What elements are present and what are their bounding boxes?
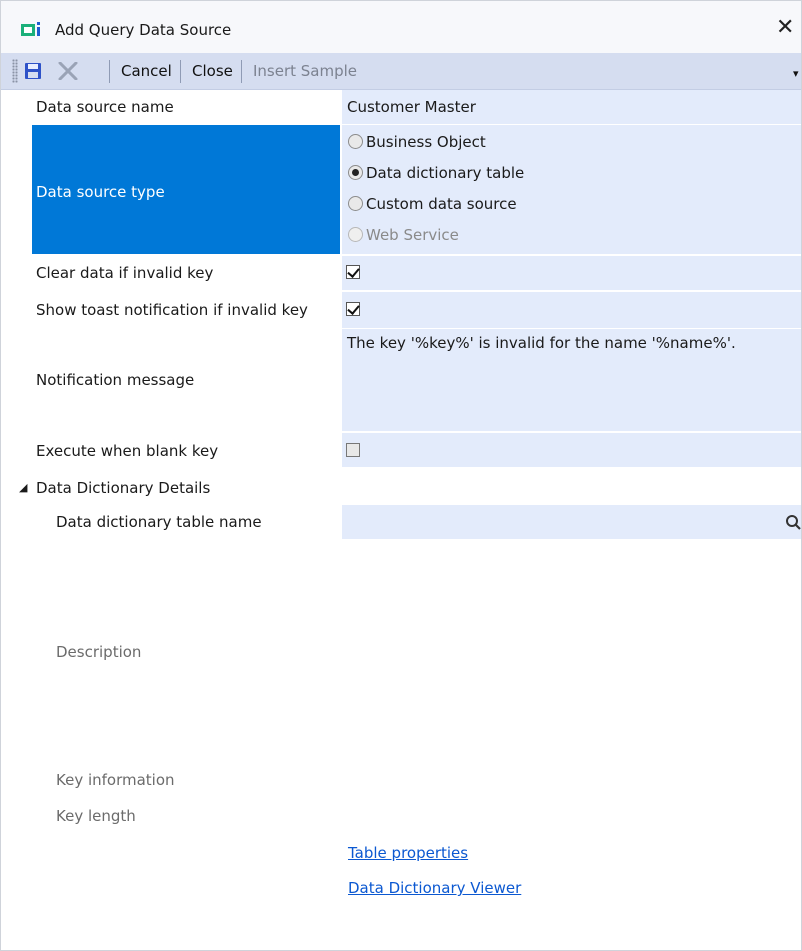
show-toast-checkbox[interactable] [346,302,360,316]
toolbar-overflow-icon[interactable]: ▾ [793,67,799,80]
row-dd-table-name: Data dictionary table name [1,505,801,539]
radio-circle-selected [348,165,363,180]
key-length-label: Key length [56,807,136,825]
table-properties-link[interactable]: Table properties [348,844,468,862]
window-title: Add Query Data Source [55,21,232,39]
app-icon [21,22,40,36]
toolbar: Cancel Close Insert Sample ▾ [1,53,801,90]
execute-blank-cell [342,433,801,467]
section-title[interactable]: Data Dictionary Details [36,479,210,497]
data-source-name-label: Data source name [36,98,174,116]
search-icon[interactable] [785,514,801,530]
delete-icon[interactable] [57,62,79,80]
notification-message-value: The key '%key%' is invalid for the name … [347,334,736,352]
show-toast-cell [342,292,801,328]
dd-table-name-field[interactable] [342,505,801,539]
show-toast-label: Show toast notification if invalid key [36,301,308,319]
data-dictionary-viewer-link[interactable]: Data Dictionary Viewer [348,879,521,897]
toolbar-separator [241,60,242,83]
close-button[interactable]: Close [192,62,233,80]
insert-sample-button[interactable]: Insert Sample [253,62,357,80]
clear-data-cell [342,256,801,290]
row-data-source-type: Data source type Business Object Data di… [1,125,801,254]
notification-message-label: Notification message [36,371,195,389]
title-bar: Add Query Data Source ✕ [1,1,801,53]
cancel-button[interactable]: Cancel [121,62,172,80]
radio-label: Custom data source [366,195,517,213]
radio-circle [348,134,363,149]
radio-data-dictionary-table[interactable]: Data dictionary table [348,164,524,182]
radio-circle-disabled [348,227,363,242]
row-execute-blank: Execute when blank key [1,433,801,467]
collapse-triangle-icon[interactable]: ◢ [19,481,27,494]
row-show-toast: Show toast notification if invalid key [1,292,801,328]
save-icon[interactable] [23,61,43,81]
toolbar-grip[interactable] [12,59,18,83]
data-source-type-label: Data source type [36,183,165,201]
description-label: Description [56,643,142,661]
notification-message-field[interactable]: The key '%key%' is invalid for the name … [342,329,801,431]
execute-blank-checkbox[interactable] [346,443,360,457]
row-data-source-name: Data source name Customer Master [1,90,801,124]
radio-circle [348,196,363,211]
clear-data-label: Clear data if invalid key [36,264,214,282]
radio-business-object[interactable]: Business Object [348,133,486,151]
close-icon[interactable]: ✕ [776,15,794,40]
radio-label: Web Service [366,226,459,244]
row-notification-message: Notification message The key '%key%' is … [1,329,801,431]
radio-custom-data-source[interactable]: Custom data source [348,195,517,213]
clear-data-checkbox[interactable] [346,265,360,279]
key-information-label: Key information [56,771,175,789]
execute-blank-label: Execute when blank key [36,442,219,460]
radio-label: Data dictionary table [366,164,525,182]
radio-label: Business Object [366,133,486,151]
radio-web-service[interactable]: Web Service [348,226,459,244]
data-source-name-field[interactable]: Customer Master [342,90,801,124]
data-source-type-label-cell[interactable]: Data source type [32,125,340,254]
row-clear-data: Clear data if invalid key [1,256,801,290]
data-source-name-value: Customer Master [347,98,476,116]
dialog-window: Add Query Data Source ✕ Cancel Close Ins… [0,0,802,951]
dd-table-name-label: Data dictionary table name [56,513,262,531]
toolbar-separator [109,60,110,83]
toolbar-separator [180,60,181,83]
